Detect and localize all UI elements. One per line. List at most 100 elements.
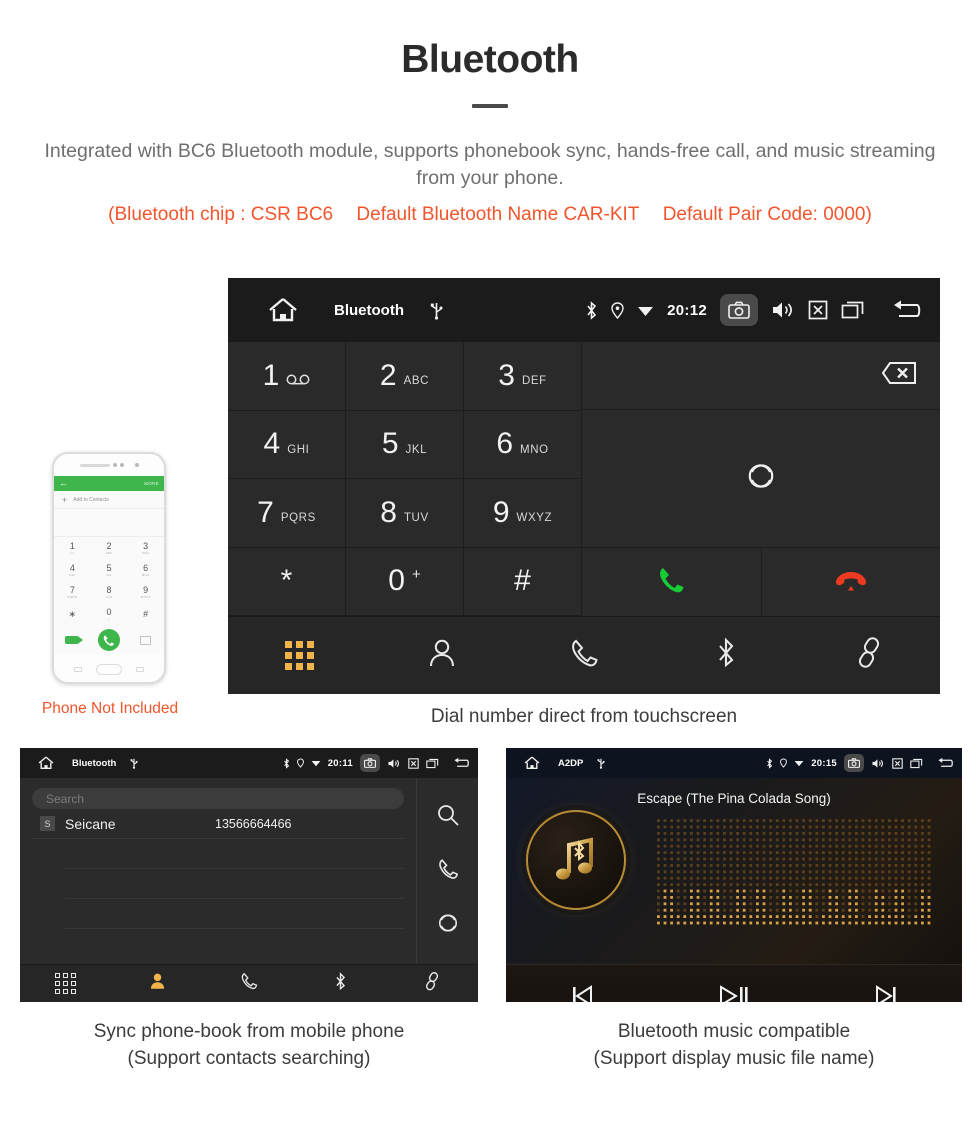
key-4[interactable]: 4 GHI [228, 410, 346, 479]
key-2[interactable]: 2 ABC [346, 342, 464, 411]
status-clock: 20:15 [811, 757, 837, 769]
nav-bluetooth[interactable] [655, 637, 797, 674]
keypad: 1 2 ABC 3 DEF 4 GHI 5 JKL 6 MNO 7 PQRS 8… [228, 342, 582, 616]
phone-handset-icon[interactable] [437, 858, 459, 885]
key-9[interactable]: 9 WXYZ [464, 479, 582, 548]
wifi-icon [311, 760, 321, 767]
phone-key: 8 TUV [105, 584, 113, 599]
key-digit: 2 [379, 358, 397, 392]
key-digit: 7 [257, 495, 274, 529]
track-title: Escape (The Pina Colada Song) [637, 791, 831, 806]
camera-icon[interactable] [844, 754, 864, 772]
call-button[interactable] [582, 548, 762, 616]
key-1[interactable]: 1 [228, 342, 346, 411]
back-arrow-icon[interactable] [890, 299, 922, 321]
phone-screen: ← MORE + Add to Contacts 1 oo 2 ABC 3 DEF 4… [54, 476, 164, 654]
home-icon[interactable] [38, 756, 54, 770]
album-art [526, 810, 626, 910]
phone-action-row [54, 625, 164, 655]
key-6[interactable]: 6 MNO [464, 410, 582, 479]
next-track-icon [874, 985, 898, 1002]
phone-key: ∗ [68, 608, 77, 619]
bottom-nav [228, 616, 940, 694]
status-bar: Bluetooth 20:11 [20, 748, 478, 778]
recents-icon[interactable] [426, 758, 439, 769]
nav-dialpad[interactable] [228, 641, 370, 670]
phone-handset-icon [240, 972, 258, 995]
key-7[interactable]: 7 PQRS [228, 479, 346, 548]
contacts-icon [149, 972, 166, 995]
phone-camera [134, 463, 139, 467]
key-0[interactable]: 0 + [346, 547, 464, 616]
play-pause-icon [719, 985, 749, 1002]
phone-mockup: ← MORE + Add to Contacts 1 oo 2 ABC 3 DEF 4… [52, 452, 166, 684]
contact-list: Search S Seicane 13566664466 [20, 778, 416, 964]
back-arrow-icon[interactable] [936, 757, 954, 769]
volume-icon[interactable] [387, 758, 401, 769]
wifi-icon [794, 760, 804, 767]
key-hash[interactable]: # [464, 547, 582, 616]
equalizer-visualization [657, 819, 931, 925]
table-row[interactable]: S Seicane 13566664466 [32, 809, 404, 839]
camera-icon[interactable] [360, 754, 380, 772]
sync-button[interactable] [582, 410, 940, 548]
recents-icon[interactable] [910, 758, 923, 769]
sync-icon[interactable] [437, 912, 459, 939]
key-5[interactable]: 5 JKL [346, 410, 464, 479]
hangup-button[interactable] [762, 548, 941, 616]
phone-appbar: ← MORE [54, 476, 164, 491]
home-icon[interactable] [524, 756, 540, 770]
camera-icon[interactable] [720, 294, 758, 326]
key-letters: WXYZ [516, 512, 553, 525]
bluetooth-icon [767, 757, 773, 769]
key-digit: # [514, 564, 531, 598]
backspace-button[interactable] [582, 342, 940, 410]
search-input[interactable]: Search [32, 788, 404, 809]
search-icon[interactable] [436, 803, 460, 832]
key-8[interactable]: 8 TUV [346, 479, 464, 548]
bluetooth-icon [715, 637, 737, 674]
phone-call-button [97, 629, 120, 651]
close-box-icon[interactable] [408, 757, 419, 769]
key-star[interactable]: * [228, 547, 346, 616]
home-icon[interactable] [268, 297, 298, 323]
contacts-icon [428, 638, 456, 673]
key-digit: 4 [263, 427, 281, 461]
phone-menu-key [74, 666, 82, 672]
nav-pair[interactable] [386, 971, 478, 996]
previous-track-button[interactable] [506, 985, 658, 1002]
spec-code: Default Pair Code: 0000) [662, 204, 872, 225]
volume-icon[interactable] [871, 758, 885, 769]
nav-dialpad[interactable] [20, 973, 112, 994]
back-arrow-icon[interactable] [452, 757, 470, 769]
key-3[interactable]: 3 DEF [464, 342, 582, 411]
call-icon [656, 565, 686, 600]
play-pause-button[interactable] [658, 985, 810, 1002]
phone-hardware-buttons [54, 654, 164, 682]
close-box-icon[interactable] [892, 757, 903, 769]
page-description: Integrated with BC6 Bluetooth module, su… [44, 140, 936, 189]
volume-icon[interactable] [771, 300, 795, 320]
video-call-icon [65, 636, 84, 644]
nav-call-history[interactable] [513, 638, 655, 673]
phone-more-label: MORE [144, 481, 159, 486]
nav-contacts[interactable] [112, 972, 204, 995]
close-box-icon[interactable] [808, 300, 828, 320]
status-bar: Bluetooth 20:12 [228, 278, 940, 342]
nav-bluetooth[interactable] [295, 971, 387, 996]
spec-chip: (Bluetooth chip : CSR BC6 [108, 204, 334, 225]
key-letters: DEF [521, 375, 547, 388]
phone-sensor [119, 463, 124, 467]
recents-icon[interactable] [841, 300, 865, 320]
key-digit: 8 [380, 495, 397, 529]
phonebook-caption-line1: Sync phone-book from mobile phone [93, 1021, 405, 1042]
table-row [65, 899, 404, 929]
page-title: Bluetooth [401, 38, 579, 81]
key-letters: MNO [520, 443, 549, 456]
status-clock: 20:12 [667, 301, 707, 319]
phone-key: 3 DEF [142, 540, 150, 555]
next-track-button[interactable] [810, 985, 962, 1002]
nav-call-history[interactable] [203, 972, 295, 995]
nav-pair[interactable] [798, 637, 940, 674]
nav-contacts[interactable] [370, 638, 512, 673]
